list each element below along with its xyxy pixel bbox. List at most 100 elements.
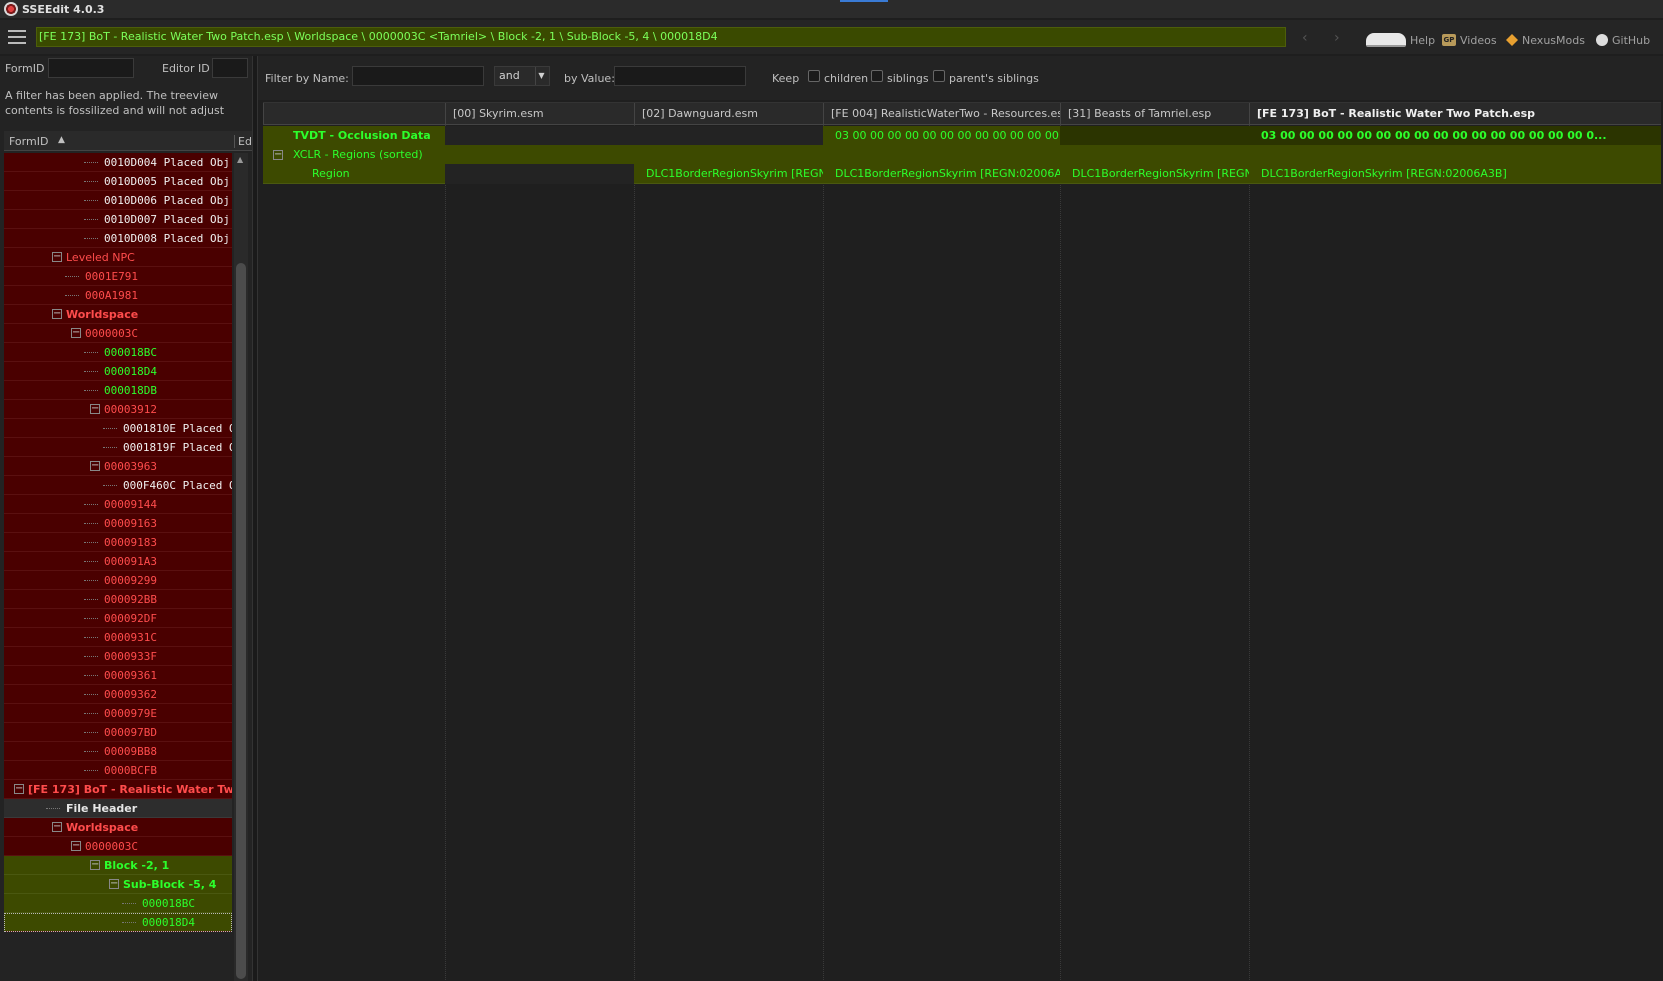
grid-column-header[interactable]: [FE 004] RealisticWaterTwo - Resources.e…: [823, 103, 1060, 125]
grid-row[interactable]: Region DLC1BorderRegionSkyrim [REGN... DLC…: [263, 164, 1661, 184]
grid-cell[interactable]: [823, 145, 1060, 165]
tree-header-editorid[interactable]: Ed: [234, 135, 252, 148]
tree-row[interactable]: 00009361: [4, 666, 232, 685]
filter-value-input[interactable]: [614, 66, 746, 86]
tree-row[interactable]: − Worldspace: [4, 818, 232, 837]
collapse-icon[interactable]: −: [71, 328, 81, 338]
tree-row[interactable]: −00003963: [4, 457, 232, 476]
tree-row[interactable]: 0010D005 Placed Obj: [4, 172, 232, 191]
grid-cell[interactable]: [634, 145, 823, 165]
tree-row[interactable]: 0010D008 Placed Obj: [4, 229, 232, 248]
siblings-checkbox[interactable]: [871, 70, 883, 82]
siblings-label[interactable]: siblings: [887, 72, 929, 85]
tree-row[interactable]: − Sub-Block -5, 4: [4, 875, 232, 894]
collapse-icon[interactable]: −: [14, 784, 24, 794]
tree-row[interactable]: File Header: [4, 799, 232, 818]
grid-cell[interactable]: [1060, 145, 1249, 165]
grid-cell[interactable]: [634, 126, 823, 146]
tree-row[interactable]: 00009BB8: [4, 742, 232, 761]
collapse-icon[interactable]: −: [90, 404, 100, 414]
tree-row[interactable]: 000018BC: [4, 894, 232, 913]
tree-row[interactable]: 00009299: [4, 571, 232, 590]
help-link[interactable]: Help: [1366, 32, 1435, 48]
tree-row[interactable]: − Leveled NPC: [4, 248, 232, 267]
formid-input[interactable]: [48, 58, 134, 78]
tree-row[interactable]: 000F460C Placed O: [4, 476, 232, 495]
tree-row[interactable]: 000018BC: [4, 343, 232, 362]
github-link[interactable]: GitHub: [1596, 32, 1650, 48]
grid-cell[interactable]: DLC1BorderRegionSkyrim [REGN:02006A3B]: [823, 164, 1060, 184]
children-checkbox[interactable]: [808, 70, 820, 82]
breadcrumb-path[interactable]: [FE 173] BoT - Realistic Water Two Patch…: [36, 27, 1286, 47]
grid-cell[interactable]: [445, 145, 634, 165]
tree-row[interactable]: 0010D004 Placed Obj: [4, 153, 232, 172]
tree-row[interactable]: −00003912: [4, 400, 232, 419]
scroll-up-icon[interactable]: ▲: [237, 155, 243, 164]
tree-row[interactable]: 0001E791: [4, 267, 232, 286]
grid-cell[interactable]: DLC1BorderRegionSkyrim [REGN...: [634, 164, 823, 184]
tree-row[interactable]: − Block -2, 1: [4, 856, 232, 875]
tree-row[interactable]: 000092BB: [4, 590, 232, 609]
videos-link[interactable]: GP Videos: [1442, 32, 1497, 48]
collapse-icon[interactable]: −: [71, 841, 81, 851]
tree-row[interactable]: 000097BD: [4, 723, 232, 742]
tree-row[interactable]: 000018D4: [4, 913, 232, 932]
grid-column-header[interactable]: [FE 173] BoT - Realistic Water Two Patch…: [1249, 103, 1661, 125]
filter-operator-select[interactable]: and ▼: [494, 66, 550, 86]
tree-row[interactable]: − Worldspace: [4, 305, 232, 324]
tree-row[interactable]: 000018DB: [4, 381, 232, 400]
children-label[interactable]: children: [824, 72, 868, 85]
tree-row[interactable]: 00009183: [4, 533, 232, 552]
tree-row[interactable]: − [FE 173] BoT - Realistic Water Tw...: [4, 780, 232, 799]
grid-column-header[interactable]: [31] Beasts of Tamriel.esp: [1060, 103, 1249, 125]
grid-column-header[interactable]: [263, 103, 445, 125]
filter-name-input[interactable]: [352, 66, 484, 86]
editorid-input[interactable]: [212, 58, 248, 78]
collapse-icon[interactable]: −: [52, 822, 62, 832]
grid-row[interactable]: − XCLR - Regions (sorted): [263, 145, 1661, 165]
tree-row[interactable]: 0010D007 Placed Obj: [4, 210, 232, 229]
grid-row[interactable]: TVDT - Occlusion Data 03 00 00 00 00 00 0…: [263, 126, 1661, 146]
nexusmods-link[interactable]: NexusMods: [1506, 32, 1585, 48]
tree-row[interactable]: 000091A3: [4, 552, 232, 571]
grid-cell[interactable]: [445, 126, 634, 146]
record-tree[interactable]: 0010D004 Placed Obj 0010D005 Placed Obj 00…: [4, 153, 232, 981]
grid-cell[interactable]: [1249, 145, 1661, 165]
forward-arrow-icon[interactable]: ›: [1334, 30, 1340, 46]
tree-row[interactable]: 00009163: [4, 514, 232, 533]
grid-cell[interactable]: [1060, 126, 1249, 146]
grid-column-header[interactable]: [00] Skyrim.esm: [445, 103, 634, 125]
grid-column-header[interactable]: [02] Dawnguard.esm: [634, 103, 823, 125]
collapse-icon[interactable]: −: [109, 879, 119, 889]
grid-cell[interactable]: DLC1BorderRegionSkyrim [REGN:02006A3B]: [1249, 164, 1661, 184]
tree-row[interactable]: 000A1981: [4, 286, 232, 305]
grid-cell[interactable]: DLC1BorderRegionSkyrim [REGN...: [1060, 164, 1249, 184]
hamburger-menu-icon[interactable]: [8, 30, 26, 44]
tree-row[interactable]: 0000931C: [4, 628, 232, 647]
back-arrow-icon[interactable]: ‹: [1302, 30, 1308, 46]
scrollbar-thumb[interactable]: [236, 263, 246, 979]
parents-siblings-checkbox[interactable]: [933, 70, 945, 82]
chevron-down-icon[interactable]: ▼: [535, 67, 547, 85]
collapse-icon[interactable]: −: [90, 461, 100, 471]
grid-cell[interactable]: 03 00 00 00 00 00 00 00 00 00 00 00 00 0…: [1249, 126, 1661, 146]
tree-row[interactable]: 0000BCFB: [4, 761, 232, 780]
tree-row[interactable]: 0000979E: [4, 704, 232, 723]
collapse-icon[interactable]: −: [52, 309, 62, 319]
tree-row[interactable]: 0001810E Placed O: [4, 419, 232, 438]
tree-row[interactable]: 0001819F Placed O: [4, 438, 232, 457]
grid-cell[interactable]: 03 00 00 00 00 00 00 00 00 00 00 00 00 0…: [823, 126, 1060, 146]
tree-row[interactable]: 000018D4: [4, 362, 232, 381]
tree-row[interactable]: 0000933F: [4, 647, 232, 666]
record-view-grid[interactable]: [00] Skyrim.esm [02] Dawnguard.esm [FE 004…: [263, 102, 1661, 981]
tree-row[interactable]: 00009362: [4, 685, 232, 704]
tree-row[interactable]: 00009144: [4, 495, 232, 514]
tree-header-formid[interactable]: FormID: [9, 135, 48, 148]
collapse-icon[interactable]: −: [273, 150, 283, 160]
collapse-icon[interactable]: −: [52, 252, 62, 262]
tree-row[interactable]: −0000003C: [4, 837, 232, 856]
tree-row[interactable]: 000092DF: [4, 609, 232, 628]
tree-scrollbar[interactable]: ▲: [234, 153, 248, 981]
tree-row[interactable]: 0010D006 Placed Obj: [4, 191, 232, 210]
tree-row[interactable]: −0000003C: [4, 324, 232, 343]
